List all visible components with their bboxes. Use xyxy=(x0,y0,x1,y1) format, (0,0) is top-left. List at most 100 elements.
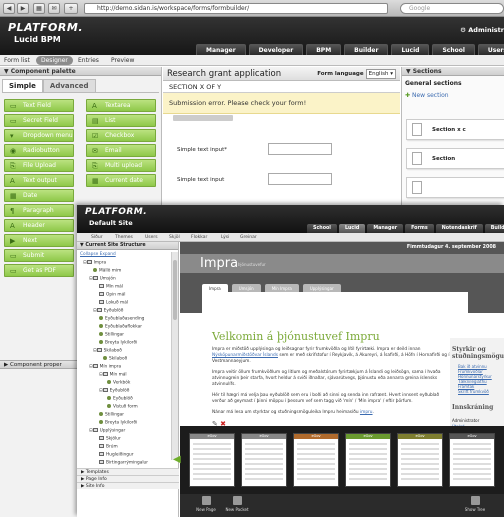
address-bar[interactable]: http://demo.sidan.is/workspace/forms/for… xyxy=(84,3,388,14)
section-card-1[interactable]: Section x c xyxy=(406,119,504,140)
date-button[interactable]: ▦ Date xyxy=(4,189,74,202)
strip-left-arrow-icon[interactable]: ◀ xyxy=(173,454,181,465)
tree-node[interactable]: ⊟ Mín mál xyxy=(99,372,127,379)
tree-node[interactable]: Lokuð mál xyxy=(99,300,128,307)
template-thumb-5[interactable]: eGov xyxy=(397,433,443,487)
tree-node[interactable]: Eyðublaðaflokkar xyxy=(99,324,142,331)
new-page-button[interactable]: New Page xyxy=(189,496,223,512)
subnav-users[interactable]: Users xyxy=(145,233,158,242)
tree-scrollbar[interactable] xyxy=(171,252,178,460)
sidebar-link[interactable]: Skrift frumkvöð xyxy=(458,389,489,394)
tree-node[interactable]: ⊟ Skilaboð xyxy=(93,348,122,355)
collapse-expand-link[interactable]: Collapse Expand xyxy=(80,252,116,257)
tree-node[interactable]: Birtingarrýmingalur xyxy=(99,460,148,467)
palette-tab-advanced[interactable]: Advanced xyxy=(42,79,96,92)
menu-users[interactable]: Users xyxy=(477,44,504,55)
radiobutton-button[interactable]: ◉ Radiobutton xyxy=(4,144,74,157)
language-select[interactable]: English ▾ xyxy=(365,69,396,79)
tree-node[interactable]: Skilaboð xyxy=(103,356,127,363)
tree-node[interactable]: ⊟ Upplýsingar xyxy=(89,428,125,435)
tree-node[interactable]: Eyðublaðasending xyxy=(99,316,144,323)
menu-builder[interactable]: Builder xyxy=(344,44,389,55)
menu-lucid-front[interactable]: Lucid xyxy=(338,224,366,233)
grid-icon[interactable]: ▦ xyxy=(33,3,45,14)
page-info-panel[interactable]: ▶ Page Info xyxy=(77,475,179,482)
multi-upload-button[interactable]: ⎘ Multi upload xyxy=(86,159,156,172)
tab-form-list[interactable]: Form list xyxy=(4,56,30,65)
template-thumb-2[interactable]: eGov xyxy=(241,433,287,487)
menu-lucid[interactable]: Lucid xyxy=(391,44,430,55)
section-card-3[interactable] xyxy=(406,177,504,198)
templates-panel[interactable]: ▶ Templates xyxy=(77,468,179,475)
email-button[interactable]: ✉ Email xyxy=(86,144,156,157)
textarea-button[interactable]: A Textarea xyxy=(86,99,156,112)
menu-school-front[interactable]: School xyxy=(307,224,337,233)
tree-node[interactable]: ⊟ Eyðublöð xyxy=(99,388,129,395)
dropdown-button[interactable]: ▾ Dropdown menu xyxy=(4,129,74,142)
tree-scrollbar-thumb[interactable] xyxy=(173,260,177,320)
template-thumb-6[interactable]: eGov xyxy=(449,433,495,487)
secret-field-button[interactable]: ▭ Secret Field xyxy=(4,114,74,127)
next-button[interactable]: ▶ Next xyxy=(4,234,74,247)
tree-node[interactable]: Mín mál xyxy=(99,284,123,291)
tree-node[interactable]: Mällö mim xyxy=(93,268,121,275)
tree-node[interactable]: Breyta lykilorði xyxy=(99,420,137,427)
file-upload-button[interactable]: ⎘ File Upload xyxy=(4,159,74,172)
search-input[interactable]: Google xyxy=(400,3,504,14)
section-card-2[interactable]: Section xyxy=(406,148,504,169)
add-tab-icon[interactable]: + xyxy=(64,3,78,14)
palette-tab-simple[interactable]: Simple xyxy=(2,79,43,92)
new-section-link[interactable]: ✚ New section xyxy=(405,92,449,99)
show-tree-button[interactable]: Show Tree xyxy=(458,496,492,512)
menu-notendaskrif-front[interactable]: Notendaskrif xyxy=(435,224,483,233)
tree-node[interactable]: ⊟ Mín impra xyxy=(89,364,121,371)
subnav-sidur[interactable]: Síður xyxy=(91,233,103,242)
tree-node[interactable]: ⊟ Umsjón xyxy=(89,276,116,283)
tree-node[interactable]: Eyðublöð xyxy=(107,396,133,403)
tree-node-impra[interactable]: ⊟ Impra xyxy=(83,260,106,267)
tree-node[interactable]: Vistuð form xyxy=(107,404,138,411)
menu-builder-front[interactable]: Builder xyxy=(484,224,504,233)
tree-node[interactable]: Hugleiðingur xyxy=(99,452,133,459)
component-properties-panel[interactable]: ▶ Component proper xyxy=(0,360,77,369)
subnav-greinar[interactable]: Greinar xyxy=(240,233,257,242)
get-as-pdf-button[interactable]: ▭ Get as PDF xyxy=(4,264,74,277)
menu-bpm[interactable]: BPM xyxy=(306,44,342,55)
paragraph-button[interactable]: ¶ Paragraph xyxy=(4,204,74,217)
subnav-skjol[interactable]: Skjöl xyxy=(169,233,180,242)
text-output-button[interactable]: A Text output xyxy=(4,174,74,187)
template-thumb-3[interactable]: eGov xyxy=(293,433,339,487)
subnav-lysi[interactable]: Lýsi xyxy=(221,233,229,242)
nmi-link[interactable]: Nýsköpunarmiðstöðvar Íslands xyxy=(212,353,278,358)
tree-node[interactable]: Verkbók xyxy=(107,380,130,387)
impru-link[interactable]: impru xyxy=(360,410,373,415)
tree-node[interactable]: Breyta lykilorði xyxy=(99,340,137,347)
list-button[interactable]: ▤ List xyxy=(86,114,156,127)
tree-node[interactable]: Stillingar xyxy=(99,332,124,339)
tree-node[interactable]: Brúm xyxy=(99,444,118,451)
tab-entries[interactable]: Entries xyxy=(78,56,99,65)
tree-node[interactable]: ⊟ Eyðublöð xyxy=(93,308,123,315)
menu-developer[interactable]: Developer xyxy=(248,44,304,55)
template-thumb-4[interactable]: eGov xyxy=(345,433,391,487)
menu-school[interactable]: School xyxy=(432,44,475,55)
tree-node[interactable]: Skjölur xyxy=(99,436,121,443)
new-packet-button[interactable]: New Packet xyxy=(220,496,254,512)
subnav-themes[interactable]: Themes xyxy=(115,233,133,242)
tree-node[interactable]: Opin mál xyxy=(99,292,125,299)
template-thumb-1[interactable]: eGov xyxy=(189,433,235,487)
tab-preview[interactable]: Preview xyxy=(111,56,134,65)
admin-link[interactable]: ⚙ Administr xyxy=(460,26,504,34)
checkbox-button[interactable]: ☑ Checkbox xyxy=(86,129,156,142)
current-date-button[interactable]: ▦ Current date xyxy=(86,174,156,187)
menu-manager[interactable]: Manager xyxy=(196,44,246,55)
bookmark-icon[interactable]: ✉ xyxy=(48,3,60,14)
tree-node[interactable]: Stillingar xyxy=(99,412,124,419)
menu-forms-front[interactable]: Forms xyxy=(405,224,434,233)
simple-text-input-1[interactable] xyxy=(268,143,332,155)
back-icon[interactable]: ◀ xyxy=(3,3,15,14)
text-field-button[interactable]: ▭ Text Field xyxy=(4,99,74,112)
tab-designer[interactable]: Designer xyxy=(36,56,73,65)
submit-button[interactable]: ▭ Submit xyxy=(4,249,74,262)
forward-icon[interactable]: ▶ xyxy=(17,3,29,14)
